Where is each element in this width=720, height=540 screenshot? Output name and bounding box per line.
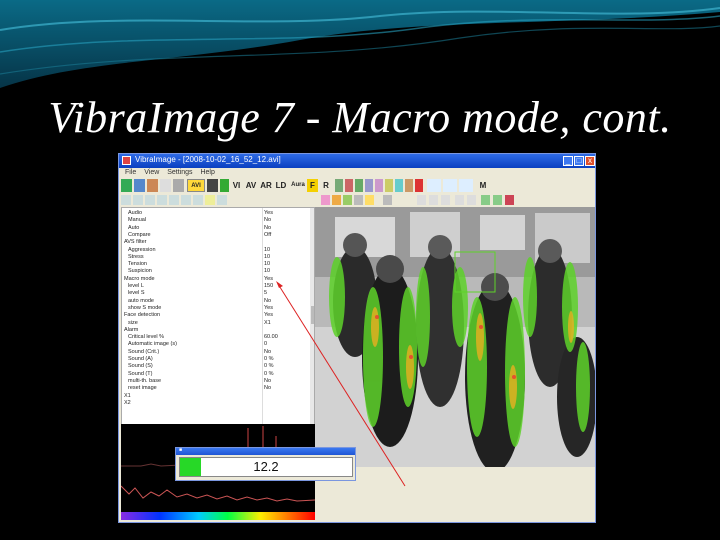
gauge-popup-titlebar[interactable]: ■ [176,447,355,455]
gauge-popup[interactable]: ■ 12.2 [175,447,356,481]
gauge-bar: 12.2 [179,457,353,477]
gauge-value: 12.2 [253,459,279,474]
annotation-arrow [276,281,406,487]
